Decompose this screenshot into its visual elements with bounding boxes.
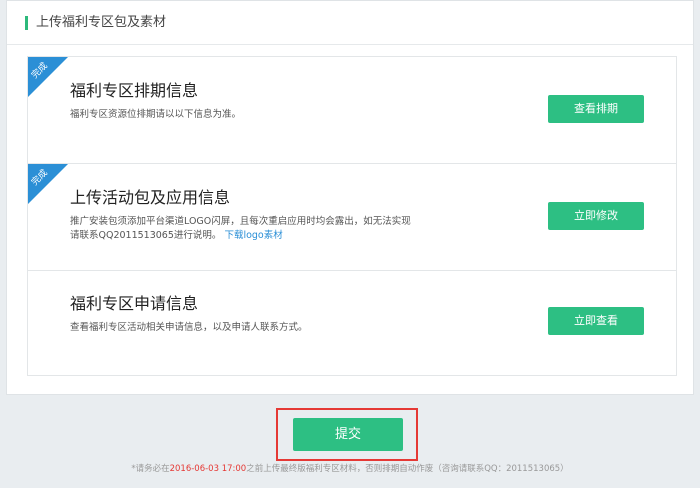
card-title: 福利专区申请信息 (70, 294, 199, 313)
card-description: 推广安装包须添加平台渠道LOGO闪屏，且每次重启应用时均会露出，如无法实现 请联… (70, 215, 440, 243)
submit-button[interactable]: 提交 (293, 418, 403, 451)
card-description: 福利专区资源位排期请以以下信息为准。 (70, 109, 242, 120)
section-title: 上传福利专区包及素材 (36, 15, 167, 30)
package-info-card: 完成 上传活动包及应用信息 推广安装包须添加平台渠道LOGO闪屏，且每次重启应用… (28, 164, 676, 271)
card-title: 福利专区排期信息 (70, 81, 199, 100)
edit-now-button[interactable]: 立即修改 (548, 202, 644, 230)
card-description: 查看福利专区活动相关申请信息，以及申请人联系方式。 (70, 322, 308, 333)
upload-panel: 上传福利专区包及素材 完成 福利专区排期信息 福利专区资源位排期请以以下信息为准… (6, 0, 694, 395)
section-header: 上传福利专区包及素材 (7, 1, 693, 45)
download-logo-link[interactable]: 下载logo素材 (224, 230, 282, 241)
submit-highlight-box: 提交 (276, 408, 418, 461)
view-schedule-button[interactable]: 查看排期 (548, 95, 644, 123)
section-accent-bar (25, 16, 28, 30)
card-description-line2: 请联系QQ2011513065进行说明。 (70, 230, 222, 241)
view-now-button[interactable]: 立即查看 (548, 307, 644, 335)
task-list: 完成 福利专区排期信息 福利专区资源位排期请以以下信息为准。 查看排期 完成 上… (27, 56, 677, 376)
schedule-info-card: 完成 福利专区排期信息 福利专区资源位排期请以以下信息为准。 查看排期 (28, 57, 676, 164)
notice-suffix: 之前上传最终版福利专区材料，否则排期自动作废（咨询请联系QQ：201151306… (246, 464, 569, 474)
deadline-notice: *请务必在2016-06-03 17:00之前上传最终版福利专区材料，否则排期自… (0, 463, 700, 475)
notice-deadline: 2016-06-03 17:00 (169, 464, 247, 474)
card-description-line1: 推广安装包须添加平台渠道LOGO闪屏，且每次重启应用时均会露出，如无法实现 (70, 216, 411, 227)
card-title: 上传活动包及应用信息 (70, 188, 231, 207)
notice-prefix: *请务必在 (131, 464, 170, 474)
application-info-card: 福利专区申请信息 查看福利专区活动相关申请信息，以及申请人联系方式。 立即查看 (28, 270, 676, 376)
